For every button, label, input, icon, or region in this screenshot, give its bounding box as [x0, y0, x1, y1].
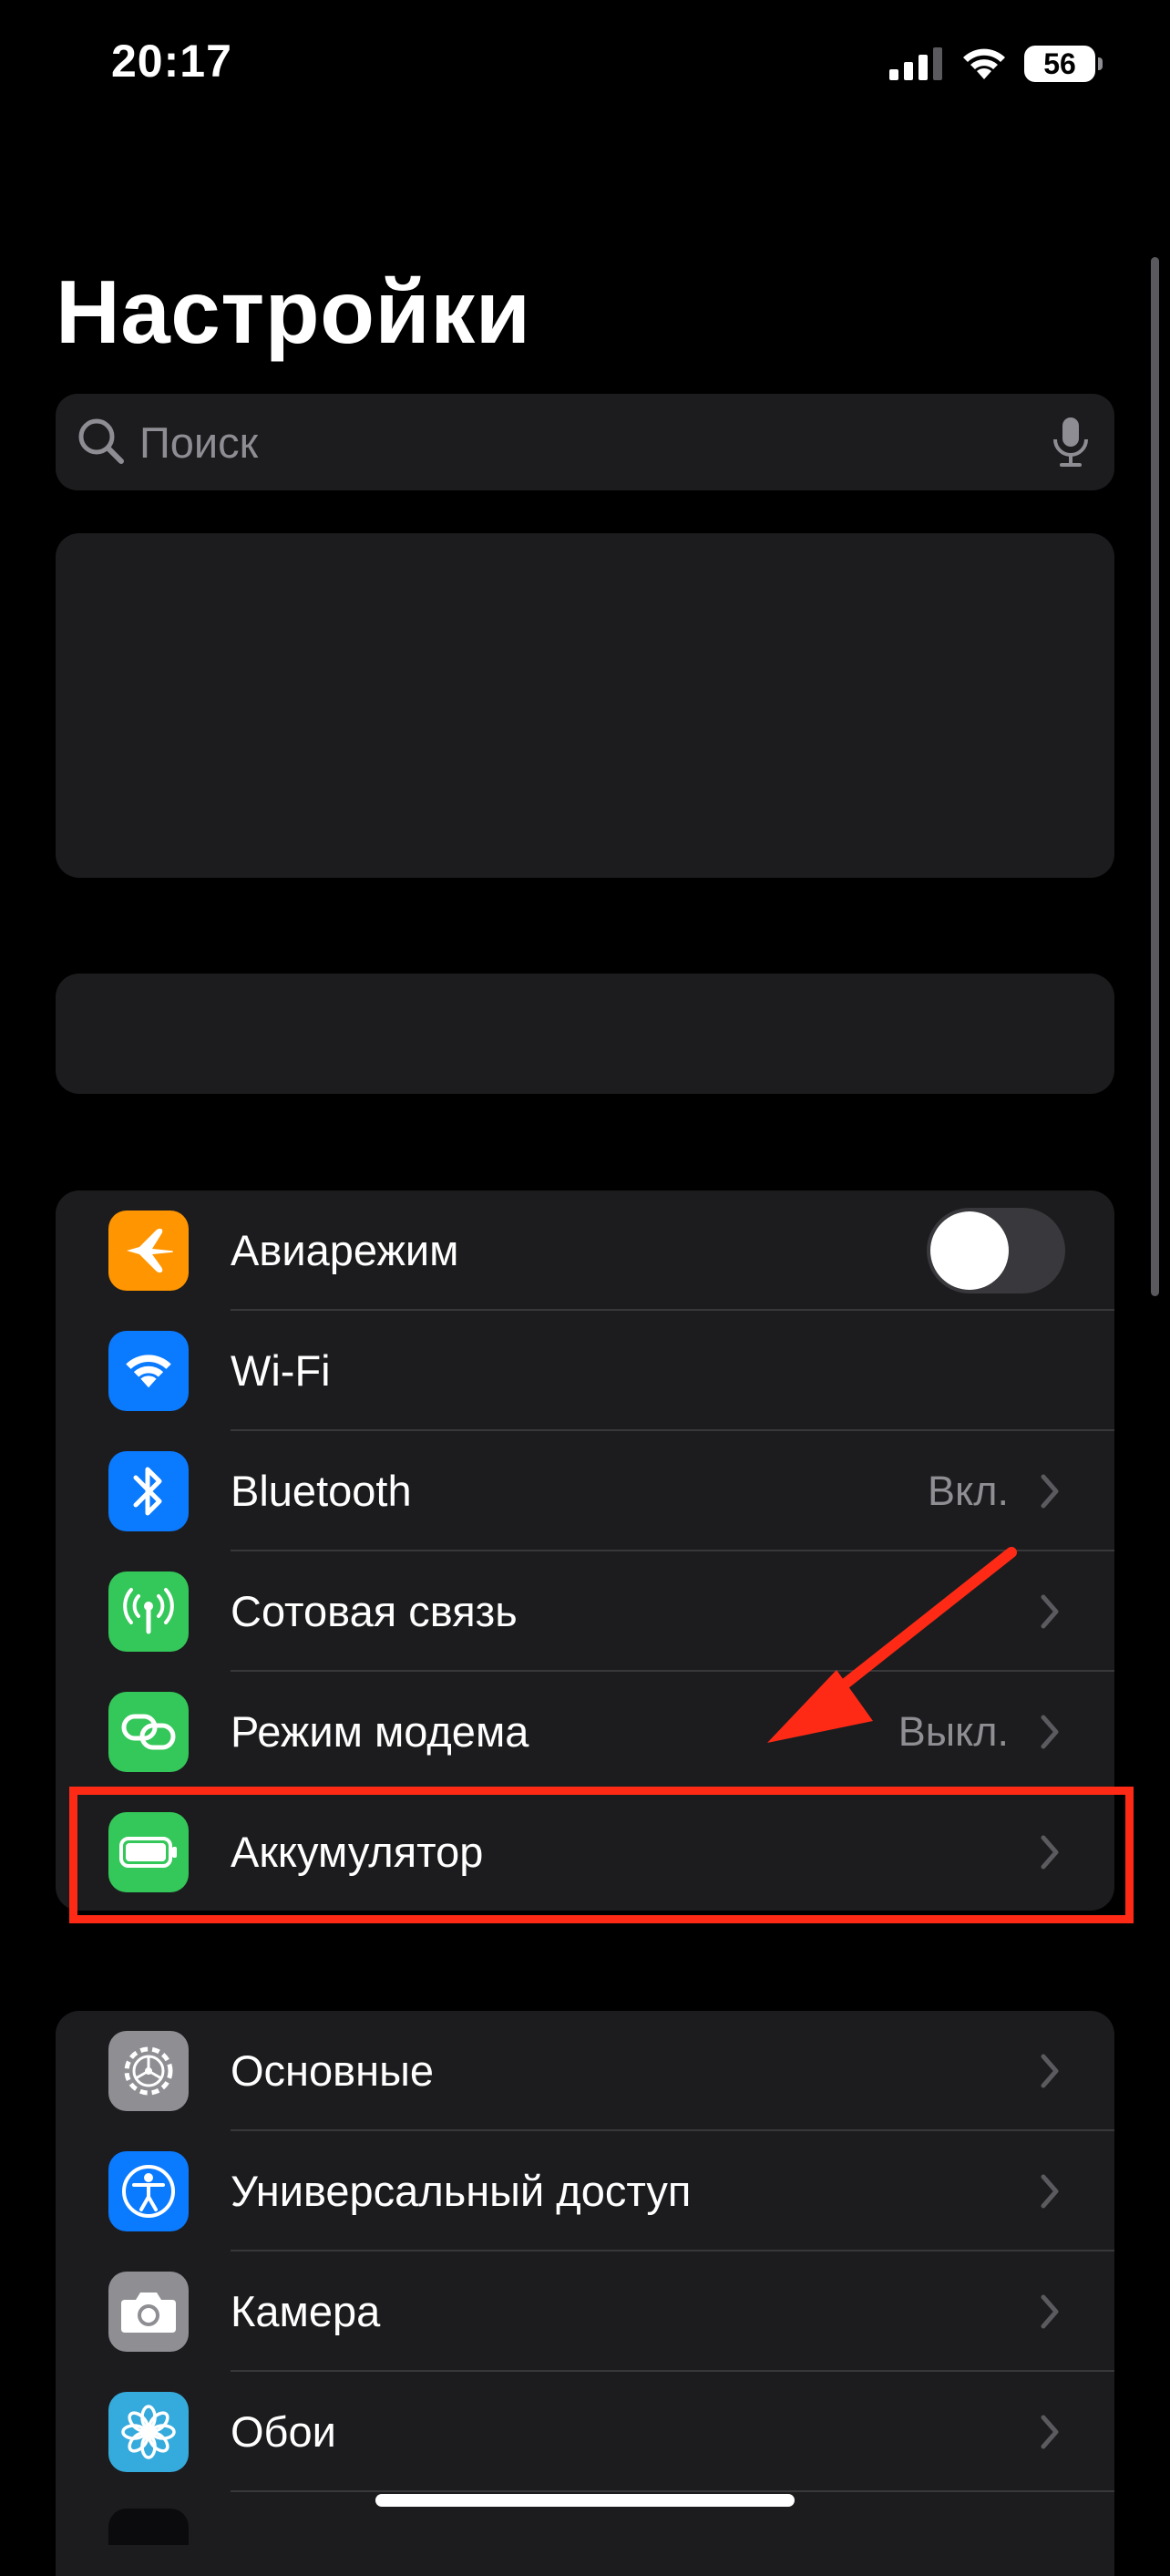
home-indicator[interactable]	[375, 2494, 795, 2507]
annotation-arrow	[767, 1547, 1017, 1743]
